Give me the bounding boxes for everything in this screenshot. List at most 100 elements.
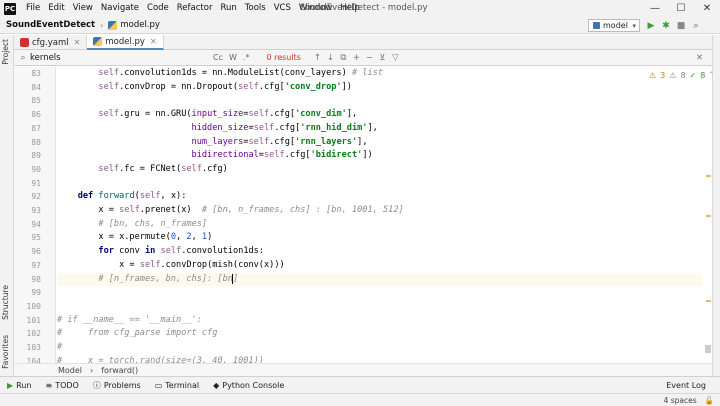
chevron-up-icon[interactable]: ˄ <box>709 71 713 80</box>
line-number: 104 <box>26 356 41 363</box>
code-editor[interactable]: self.convolution1ds = nn.ModuleList(conv… <box>57 67 712 363</box>
lock-icon[interactable]: 🔓 <box>705 394 714 406</box>
run-tool-label: Run <box>16 380 32 390</box>
terminal-tool-button[interactable]: ▭ Terminal <box>148 381 206 390</box>
indent-setting[interactable]: 4 spaces <box>664 394 697 406</box>
code-line: self.gru = nn.GRU(input_size=self.cfg['c… <box>98 109 358 120</box>
run-icon[interactable]: ▶ <box>645 21 657 31</box>
breadcrumb-method[interactable]: forward() <box>101 366 146 375</box>
close-window-icon[interactable]: ✕ <box>694 0 720 17</box>
close-icon[interactable]: ✕ <box>150 37 157 46</box>
scrollbar-thumb[interactable] <box>705 345 711 353</box>
problems-tool-button[interactable]: ⓘ Problems <box>86 380 148 391</box>
menu-bar: PC File Edit View Navigate Code Refactor… <box>0 0 720 17</box>
whole-words-toggle[interactable]: W <box>226 53 240 62</box>
pycharm-logo-icon: PC <box>4 2 16 15</box>
nav-file[interactable]: model.py <box>105 20 163 30</box>
tab-label: cfg.yaml <box>32 37 69 48</box>
python-file-icon <box>108 20 118 30</box>
code-line-current: # [n_frames, bn, chs]: [bn] <box>57 272 702 287</box>
left-tool-strip: Project Structure Favorites <box>0 35 14 376</box>
debug-icon[interactable]: ✱ <box>660 21 672 31</box>
window-title: SoundEventDetect - model.py <box>300 3 428 13</box>
match-case-toggle[interactable]: Cc <box>210 53 226 62</box>
code-line: hidden_size=self.cfg['rnn_hid_dim'], <box>191 122 378 133</box>
menu-tools[interactable]: Tools <box>241 0 270 17</box>
maximize-icon[interactable]: ☐ <box>668 0 694 17</box>
menu-view[interactable]: View <box>69 0 97 17</box>
nav-project[interactable]: SoundEventDetect <box>0 20 98 30</box>
inspection-widget[interactable]: ⚠ 3 ⚠ 8 ✓ 8 ˄ <box>645 71 713 80</box>
code-line: # [bn, chs, n_frames] <box>98 218 208 229</box>
run-config-label: model <box>603 21 628 30</box>
regex-toggle[interactable]: .* <box>240 53 253 62</box>
tool-window-bar: ▶ Run ≡ TODO ⓘ Problems ▭ Terminal ◆ Pyt… <box>0 376 720 393</box>
filter-icon[interactable]: ⊻ <box>376 53 389 63</box>
minimize-icon[interactable]: — <box>642 0 668 17</box>
line-number: 102 <box>26 329 41 339</box>
select-all-occurrences-icon[interactable]: ⧉ <box>337 53 350 63</box>
stop-icon[interactable]: ■ <box>675 21 687 31</box>
menu-edit[interactable]: Edit <box>44 0 68 17</box>
remove-selection-icon[interactable]: − <box>363 53 376 63</box>
editor-tab-bar: cfg.yaml ✕ model.py ✕ <box>14 35 712 50</box>
problems-tool-label: Problems <box>103 380 141 390</box>
text-caret <box>231 273 233 284</box>
search-icon[interactable]: ⌕ <box>690 21 702 31</box>
breadcrumb-class[interactable]: Model <box>58 366 90 375</box>
code-breadcrumbs: Model › forward() <box>14 363 712 376</box>
tab-label: model.py <box>105 36 145 47</box>
tab-model-py[interactable]: model.py ✕ <box>87 35 164 50</box>
menu-vcs[interactable]: VCS <box>270 0 295 17</box>
code-line: # from cfg_parse import cfg <box>57 328 218 339</box>
add-selection-icon[interactable]: + <box>350 53 363 63</box>
code-line: # x = torch.rand(size=(3, 40, 1001)) <box>57 355 264 363</box>
line-number: 84 <box>31 82 41 92</box>
line-number: 100 <box>26 301 41 311</box>
todo-tool-label: TODO <box>55 380 79 390</box>
funnel-icon[interactable]: ▽ <box>389 53 402 63</box>
favorites-tool-tab[interactable]: Favorites <box>1 335 10 369</box>
line-number: 85 <box>31 96 41 106</box>
line-number: 101 <box>26 315 41 325</box>
todo-tool-button[interactable]: ≡ TODO <box>39 381 86 390</box>
project-tool-tab[interactable]: Project <box>1 39 10 65</box>
python-console-icon: ◆ <box>213 380 220 390</box>
scroll-marker <box>706 175 711 177</box>
line-number: 95 <box>31 233 41 243</box>
status-bar: 4 spaces 🔓 <box>0 393 720 406</box>
arrow-up-icon[interactable]: ↑ <box>311 53 324 63</box>
yaml-file-icon <box>20 38 29 47</box>
menu-refactor[interactable]: Refactor <box>173 0 217 17</box>
close-icon[interactable]: ✕ <box>74 38 81 47</box>
structure-tool-tab[interactable]: Structure <box>1 285 10 320</box>
code-line: # <box>57 342 63 352</box>
code-line: x = x.permute(0, 2, 1) <box>57 232 213 243</box>
find-input[interactable] <box>30 51 210 64</box>
code-line: def forward(self, x): <box>77 191 187 202</box>
tab-cfg-yaml[interactable]: cfg.yaml ✕ <box>14 35 88 50</box>
typo-count: 8 <box>700 71 706 80</box>
arrow-down-icon[interactable]: ↓ <box>324 53 337 63</box>
warning-count: 3 <box>660 71 666 80</box>
python-console-tool-button[interactable]: ◆ Python Console <box>206 381 291 390</box>
menu-run[interactable]: Run <box>216 0 240 17</box>
nav-file-label: model.py <box>120 20 160 30</box>
code-line: self.fc = FCNet(self.cfg) <box>98 163 228 174</box>
menu-file[interactable]: File <box>22 0 44 17</box>
terminal-tool-label: Terminal <box>165 380 200 390</box>
chevron-down-icon: ▾ <box>632 21 636 30</box>
run-icon: ▶ <box>7 380 14 390</box>
weak-warning-count: 8 <box>680 71 686 80</box>
code-line: bidirectional=self.cfg['bidirect']) <box>191 150 373 161</box>
chevron-right-icon: › <box>100 20 104 30</box>
menu-code[interactable]: Code <box>143 0 173 17</box>
line-number: 96 <box>31 247 41 257</box>
event-log-button[interactable]: Event Log <box>666 377 706 394</box>
run-tool-button[interactable]: ▶ Run <box>0 381 39 390</box>
menu-navigate[interactable]: Navigate <box>97 0 143 17</box>
close-icon[interactable]: ✕ <box>693 53 706 63</box>
run-config-select[interactable]: model ▾ <box>588 19 640 32</box>
